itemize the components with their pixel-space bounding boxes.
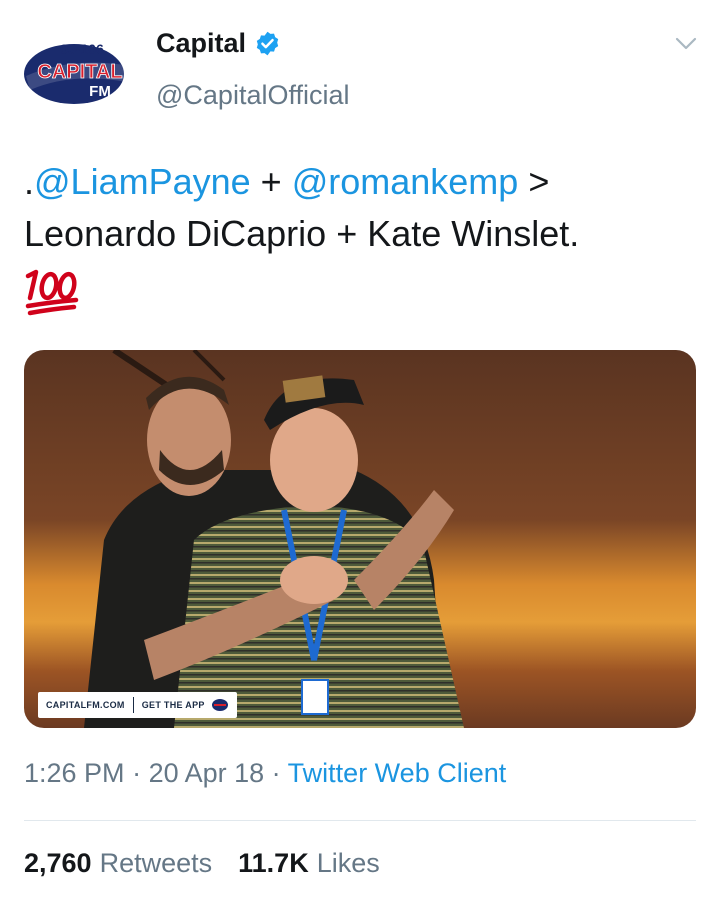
hundred-points-icon: [25, 269, 79, 316]
display-name[interactable]: Capital: [156, 28, 246, 59]
meta-separator: ·: [264, 758, 288, 788]
user-handle[interactable]: @CapitalOfficial: [156, 80, 349, 111]
tweet-header: 95-106 CAPITAL FM Capital @CapitalOffici…: [0, 0, 720, 140]
meta-separator: ·: [124, 758, 149, 788]
likes-label: Likes: [316, 848, 380, 878]
retweets-label: Retweets: [99, 848, 213, 878]
tweet-meta: 1:26 PM · 20 Apr 18 · Twitter Web Client: [24, 758, 506, 789]
likes-stat[interactable]: 11.7K Likes: [238, 848, 380, 879]
logo-frequency: 95-106: [60, 41, 104, 57]
text-prefix: .: [24, 161, 35, 202]
tweet-time[interactable]: 1:26 PM: [24, 758, 125, 788]
tweet-client-link[interactable]: Twitter Web Client: [288, 758, 507, 788]
tweet-stats: 2,760 Retweets 11.7K Likes: [24, 848, 380, 879]
logo-brand: CAPITAL: [37, 61, 122, 83]
mention-liampayne[interactable]: @LiamPayne: [34, 161, 251, 202]
verified-badge-icon: [256, 31, 279, 56]
capital-fm-logo: 95-106 CAPITAL FM: [24, 41, 130, 104]
watermark-divider: [132, 697, 134, 713]
watermark-cta: GET THE APP: [141, 700, 205, 710]
capital-mini-logo-icon: [211, 699, 228, 711]
text-gt: >: [518, 161, 550, 202]
likes-count: 11.7K: [238, 848, 309, 878]
tweet-date[interactable]: 20 Apr 18: [149, 758, 265, 788]
mention-romankemp[interactable]: @romankemp: [292, 161, 519, 202]
display-name-row[interactable]: Capital: [156, 28, 281, 59]
watermark-site: CAPITALFM.COM: [46, 700, 125, 710]
retweets-stat[interactable]: 2,760 Retweets: [24, 848, 212, 879]
text-plus: +: [250, 161, 292, 202]
divider: [24, 820, 696, 821]
tweet-media-image[interactable]: CAPITALFM.COM GET THE APP: [24, 350, 696, 728]
avatar[interactable]: 95-106 CAPITAL FM: [22, 36, 134, 108]
retweets-count: 2,760: [24, 848, 92, 878]
logo-sub: FM: [89, 83, 111, 100]
text-line-2: Leonardo DiCaprio + Kate Winslet.: [24, 213, 580, 254]
chevron-down-icon[interactable]: [674, 36, 698, 52]
tweet-text: .@LiamPayne + @romankemp > Leonardo DiCa…: [24, 156, 700, 260]
photo-two-men: [24, 350, 696, 728]
media-watermark: CAPITALFM.COM GET THE APP: [38, 692, 237, 718]
